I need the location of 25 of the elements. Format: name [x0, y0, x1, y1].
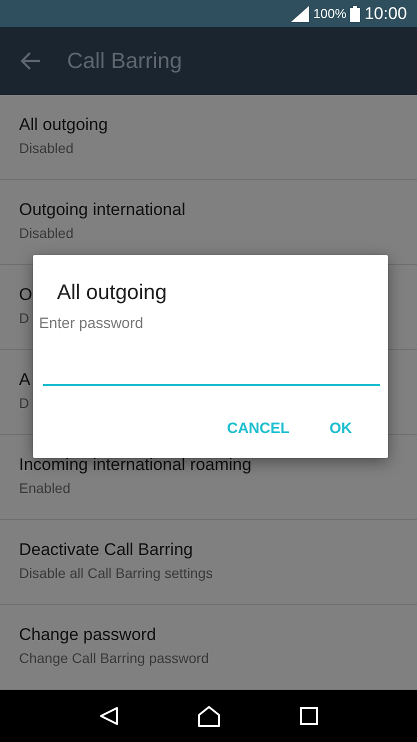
setting-summary: Disable all Call Barring settings: [19, 565, 213, 581]
recents-icon[interactable]: [300, 707, 318, 725]
setting-title: A: [19, 370, 30, 390]
setting-title: Change password: [19, 625, 156, 645]
setting-row[interactable]: All outgoing Disabled: [0, 95, 417, 180]
setting-summary: Disabled: [19, 225, 74, 241]
clock: 10:00: [364, 5, 407, 22]
dialog-title: All outgoing: [57, 281, 167, 305]
screen-title: Call Barring: [67, 48, 182, 74]
setting-title: O: [19, 285, 32, 305]
signal-icon: [291, 6, 310, 22]
home-icon[interactable]: [197, 705, 222, 727]
setting-title: Deactivate Call Barring: [19, 540, 193, 560]
setting-summary: Change Call Barring password: [19, 650, 209, 666]
setting-title: Incoming international roaming: [19, 455, 252, 475]
setting-row[interactable]: Deactivate Call Barring Disable all Call Barring settings: [0, 520, 417, 605]
battery-percentage: 100%: [313, 7, 346, 20]
setting-summary: D: [19, 310, 30, 326]
setting-title: All outgoing: [19, 115, 108, 135]
setting-summary: D: [19, 395, 30, 411]
setting-summary: Enabled: [19, 480, 70, 496]
field-label: Enter password: [39, 315, 144, 332]
setting-summary: Disabled: [19, 140, 74, 156]
setting-title: Outgoing international: [19, 200, 186, 220]
battery-icon: [350, 6, 360, 22]
